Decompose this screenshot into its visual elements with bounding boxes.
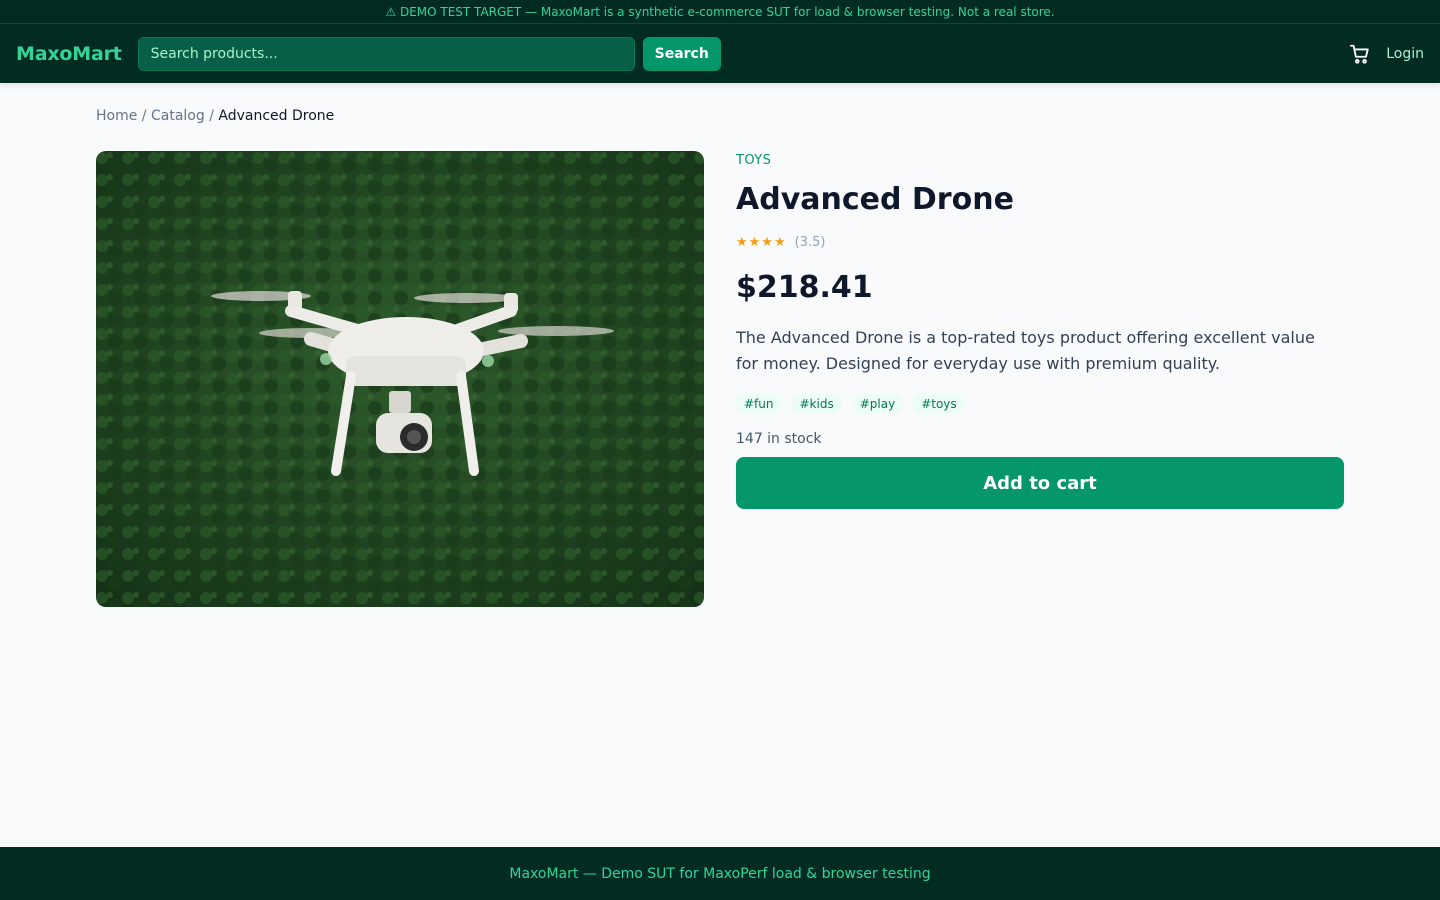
tag-toys[interactable]: #toys bbox=[913, 394, 965, 414]
breadcrumb-separator: / bbox=[141, 108, 147, 124]
breadcrumb-current: Advanced Drone bbox=[218, 108, 335, 124]
add-to-cart-button[interactable]: Add to cart bbox=[736, 457, 1344, 509]
breadcrumb-catalog[interactable]: Catalog bbox=[151, 108, 205, 124]
breadcrumb: Home / Catalog / Advanced Drone bbox=[96, 108, 1344, 126]
product-description: The Advanced Drone is a top-rated toys p… bbox=[736, 328, 1315, 373]
star-icons: ★★★★ bbox=[736, 235, 787, 250]
navbar: MaxoMart Search Login bbox=[0, 24, 1440, 83]
product-info: TOYS Advanced Drone ★★★★ (3.5) $218.41 T… bbox=[736, 151, 1344, 509]
product-image bbox=[96, 151, 704, 607]
tag-fun[interactable]: #fun bbox=[736, 394, 782, 414]
main-content: Home / Catalog / Advanced Drone TOYS Adv… bbox=[96, 83, 1344, 607]
login-link[interactable]: Login bbox=[1386, 46, 1424, 62]
nav-right: Login bbox=[1348, 42, 1424, 66]
footer-text: MaxoMart — Demo SUT for MaxoPerf load & … bbox=[509, 865, 931, 882]
demo-banner: ⚠ DEMO TEST TARGET — MaxoMart is a synth… bbox=[0, 0, 1440, 24]
search-button[interactable]: Search bbox=[642, 36, 721, 71]
breadcrumb-separator: / bbox=[209, 108, 214, 124]
logo[interactable]: MaxoMart bbox=[16, 43, 122, 65]
tag-kids[interactable]: #kids bbox=[791, 394, 842, 414]
stock-status: 147 in stock bbox=[736, 431, 822, 447]
cart-icon[interactable] bbox=[1348, 42, 1372, 66]
rating-value: (3.5) bbox=[794, 235, 826, 250]
product-tags: #fun #kids #play #toys bbox=[736, 394, 1344, 414]
footer: MaxoMart — Demo SUT for MaxoPerf load & … bbox=[0, 847, 1440, 900]
tag-play[interactable]: #play bbox=[851, 394, 904, 414]
breadcrumb-home[interactable]: Home bbox=[96, 108, 137, 124]
search-input[interactable] bbox=[137, 36, 635, 71]
product-price: $218.41 bbox=[736, 270, 873, 305]
product-category[interactable]: TOYS bbox=[736, 153, 1344, 168]
banner-text: ⚠ DEMO TEST TARGET — MaxoMart is a synth… bbox=[385, 4, 1055, 19]
product-title: Advanced Drone bbox=[736, 182, 1014, 217]
product-rating: ★★★★ (3.5) bbox=[736, 235, 1344, 250]
